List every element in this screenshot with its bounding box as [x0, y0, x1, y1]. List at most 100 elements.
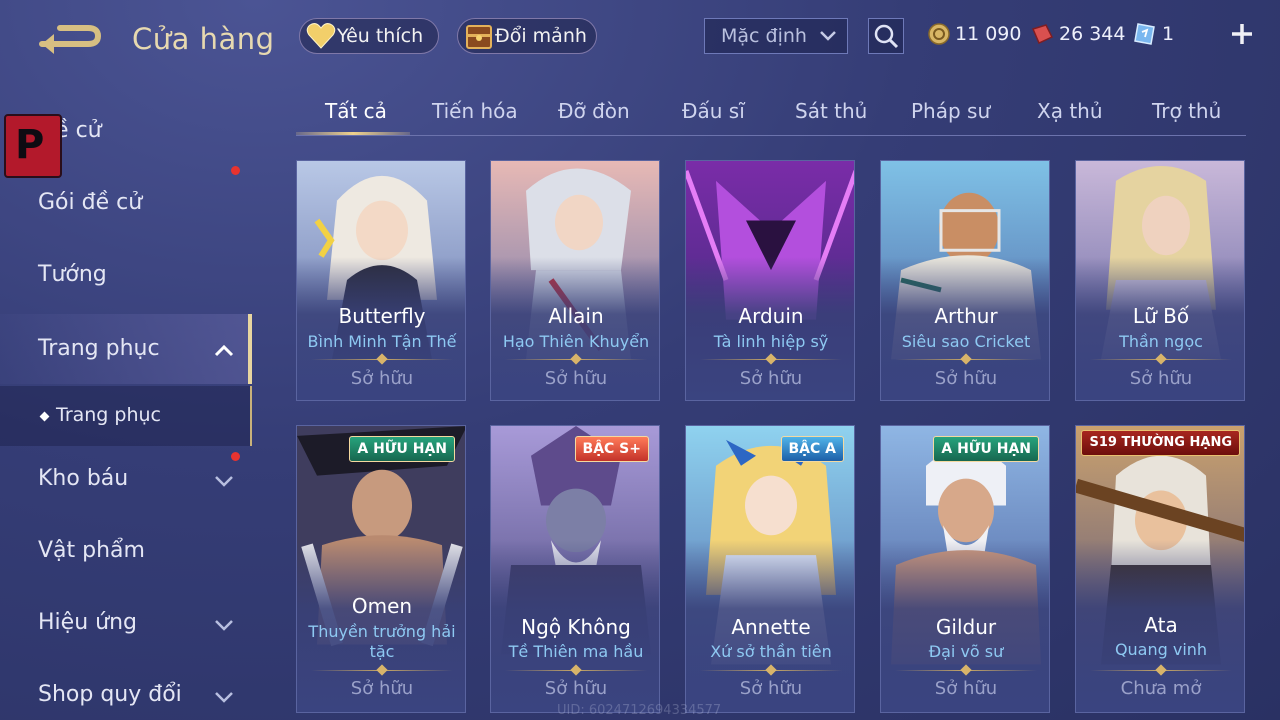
tier-badge: BẬC S+	[574, 436, 649, 462]
tab-all[interactable]: Tất cả	[325, 99, 387, 123]
chevron-down-icon	[215, 620, 233, 631]
skin-name: Thần ngọc	[1119, 332, 1203, 351]
skin-card[interactable]: S19 THƯỜNG HẠNG Ata Quang vinh Chưa mở	[1075, 425, 1245, 713]
skin-name: Siêu sao Cricket	[901, 332, 1031, 351]
chevron-down-icon	[215, 476, 233, 487]
sidebar-subitem-skins[interactable]: Trang phục	[0, 386, 252, 446]
skin-card[interactable]: BẬC S+ Ngộ Không Tề Thiên ma hầu Sở hữu	[490, 425, 660, 713]
ownership-status: Sở hữu	[350, 368, 414, 389]
voucher-balance: 26 344	[1030, 20, 1125, 48]
skin-card[interactable]: Allain Hạo Thiên Khuyển Sở hữu	[490, 160, 660, 401]
back-button[interactable]	[38, 22, 104, 56]
shard-label: Đổi mảnh	[495, 25, 587, 47]
page-title: Cửa hàng	[132, 22, 275, 56]
sidebar-item-items[interactable]: Vật phẩm	[0, 522, 252, 584]
card-divider	[700, 353, 842, 365]
chevron-up-icon	[214, 344, 234, 357]
tab-assassin[interactable]: Sát thủ	[795, 99, 867, 123]
ownership-status: Sở hữu	[739, 678, 803, 699]
card-divider	[505, 353, 647, 365]
sidebar-item-treasure[interactable]: Kho báu	[0, 450, 252, 512]
skin-name: Hạo Thiên Khuyển	[502, 332, 650, 351]
skin-card[interactable]: A HỮU HẠN Omen Thuyền trưởng hải tặc Sở …	[296, 425, 466, 713]
hero-name: Ngộ Không	[521, 615, 631, 639]
sidebar-item-label: Hiệu ứng	[38, 610, 137, 635]
favorite-button[interactable]: Yêu thích	[299, 18, 439, 54]
notification-dot	[231, 452, 240, 461]
sidebar-item-label: Tướng	[38, 262, 107, 287]
ticket-icon	[1134, 23, 1155, 45]
tab-tank[interactable]: Đỡ đòn	[558, 99, 630, 123]
tab-evolution[interactable]: Tiến hóa	[432, 99, 518, 123]
tab-fighter[interactable]: Đấu sĩ	[682, 99, 745, 123]
skin-card[interactable]: Butterfly Bình Minh Tận Thế Sở hữu	[296, 160, 466, 401]
notification-dot	[231, 166, 240, 175]
search-button[interactable]	[868, 18, 904, 54]
treasure-chest-icon	[466, 25, 492, 49]
voucher-amount: 26 344	[1059, 23, 1126, 45]
skin-name: Tà linh hiệp sỹ	[713, 332, 829, 351]
sidebar-item-label: Shop quy đổi	[38, 682, 182, 707]
card-divider	[505, 664, 647, 676]
tier-badge: A HỮU HẠN	[933, 436, 1039, 462]
bullet-icon	[39, 411, 50, 422]
skin-card[interactable]: BẬC A Annette Xứ sở thần tiên Sở hữu	[685, 425, 855, 713]
gold-coin-icon	[928, 23, 950, 45]
back-arrow-icon	[39, 25, 102, 54]
ownership-status: Sở hữu	[544, 678, 608, 699]
plus-icon	[1232, 24, 1252, 44]
shard-exchange-button[interactable]: Đổi mảnh	[457, 18, 597, 54]
card-divider	[895, 664, 1037, 676]
ownership-status: Sở hữu	[544, 368, 608, 389]
card-divider	[1090, 664, 1232, 676]
hero-name: Arduin	[738, 304, 804, 328]
skin-card[interactable]: Arthur Siêu sao Cricket Sở hữu	[880, 160, 1050, 401]
card-divider	[311, 664, 453, 676]
sidebar-item-heroes[interactable]: Tướng	[0, 246, 252, 308]
card-divider	[895, 353, 1037, 365]
card-divider	[311, 353, 453, 365]
skin-card[interactable]: A HỮU HẠN Gildur Đại võ sư Sở hữu	[880, 425, 1050, 713]
user-id: UID: 6024712694334577	[557, 703, 722, 718]
tier-badge: A HỮU HẠN	[349, 436, 455, 462]
skin-name: Quang vinh	[1114, 640, 1208, 659]
ownership-status: Sở hữu	[934, 368, 998, 389]
card-divider	[700, 664, 842, 676]
hero-name: Ata	[1144, 613, 1178, 637]
top-bar: Cửa hàng Yêu thích Đổi mảnh Mặc định 11 …	[0, 0, 1280, 80]
hero-name: Arthur	[934, 304, 998, 328]
watermark-logo: P	[4, 114, 62, 178]
sidebar-item-label: Trang phục	[38, 336, 160, 361]
skin-name: Tề Thiên ma hầu	[508, 642, 644, 661]
sidebar-item-label: Vật phẩm	[38, 538, 145, 563]
skin-name: Bình Minh Tận Thế	[307, 332, 457, 351]
ownership-status: Sở hữu	[350, 678, 414, 699]
active-tab-underline	[296, 132, 410, 135]
chevron-down-icon	[215, 692, 233, 703]
sidebar-item-exchange-shop[interactable]: Shop quy đổi	[0, 666, 252, 720]
tab-mage[interactable]: Pháp sư	[911, 99, 990, 123]
sidebar-item-recommended-packs[interactable]: Gói đề cử	[0, 166, 252, 236]
add-currency-button[interactable]	[1228, 20, 1256, 48]
skin-card[interactable]: Lữ Bố Thần ngọc Sở hữu	[1075, 160, 1245, 401]
sort-dropdown[interactable]: Mặc định	[704, 18, 848, 54]
hero-name: Butterfly	[338, 304, 426, 328]
sort-dropdown-value: Mặc định	[721, 25, 807, 47]
tab-marksman[interactable]: Xạ thủ	[1037, 99, 1103, 123]
search-icon	[874, 24, 899, 49]
ownership-status: Sở hữu	[739, 368, 803, 389]
ticket-balance: 1	[1133, 20, 1174, 48]
gold-balance: 11 090	[928, 20, 1021, 48]
skin-card[interactable]: Arduin Tà linh hiệp sỹ Sở hữu	[685, 160, 855, 401]
skin-name: Thuyền trưởng hải tặc	[308, 622, 456, 661]
hero-name: Omen	[351, 594, 413, 618]
voucher-icon	[1031, 24, 1054, 45]
card-divider	[1090, 353, 1232, 365]
category-tabs: Tất cả Tiến hóa Đỡ đòn Đấu sĩ Sát thủ Ph…	[296, 90, 1246, 136]
tab-support[interactable]: Trợ thủ	[1152, 99, 1221, 123]
skin-name: Đại võ sư	[928, 642, 1004, 661]
hero-name: Allain	[548, 304, 604, 328]
sidebar-item-skins[interactable]: Trang phục	[0, 314, 252, 384]
sidebar-item-effects[interactable]: Hiệu ứng	[0, 594, 252, 656]
ownership-status: Chưa mở	[1120, 678, 1202, 699]
